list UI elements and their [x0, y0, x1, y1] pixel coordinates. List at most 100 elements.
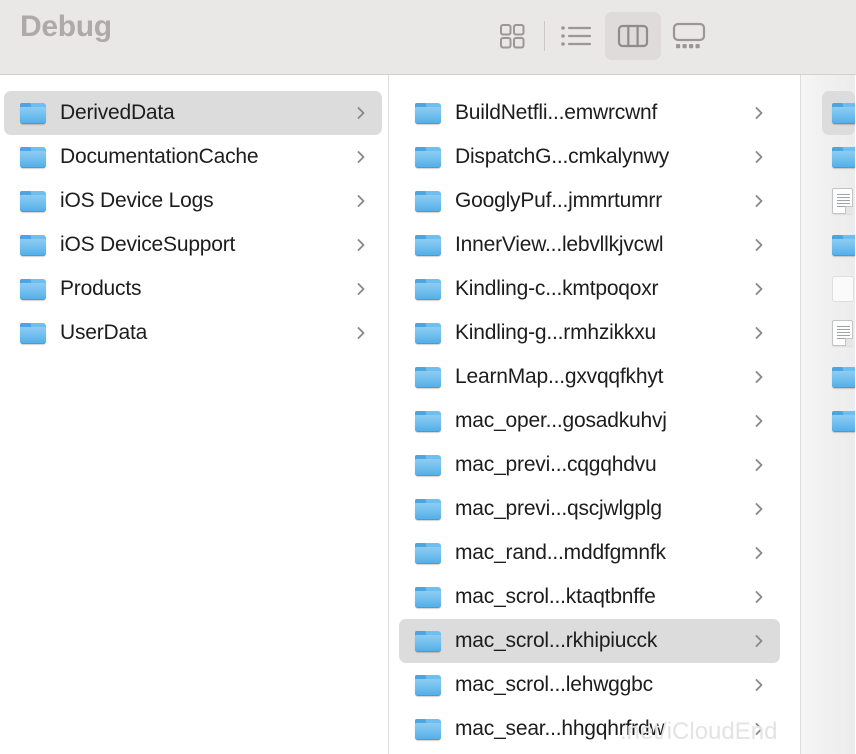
column-view-button[interactable]	[605, 12, 661, 60]
chevron-right-icon	[752, 150, 766, 164]
folder-icon	[415, 102, 441, 124]
list-item[interactable]: LearnMap...gxvqqfkhyt	[399, 355, 780, 399]
list-item-label: GooglyPuf...jmmrtumrr	[455, 189, 662, 212]
folder-icon	[415, 410, 441, 432]
folder-icon	[20, 322, 46, 344]
list-item[interactable]	[822, 179, 855, 223]
list-item[interactable]: InnerView...lebvllkjvcwl	[399, 223, 780, 267]
list-item-label: Kindling-c...kmtpoqoxr	[455, 277, 659, 300]
chevron-right-icon	[752, 458, 766, 472]
folder-icon	[20, 234, 46, 256]
icon-view-button[interactable]	[484, 12, 540, 60]
finder-column-2[interactable]: BuildNetfli...emwrcwnf DispatchG...cmkal…	[389, 75, 801, 754]
list-item[interactable]: GooglyPuf...jmmrtumrr	[399, 179, 780, 223]
chevron-right-icon	[354, 238, 368, 252]
list-item[interactable]	[822, 267, 855, 311]
folder-icon	[415, 498, 441, 520]
list-item[interactable]: mac_sear...hhgqhrfrdw	[399, 707, 780, 751]
blank-file-icon	[832, 276, 854, 302]
gallery-icon	[669, 19, 709, 53]
finder-column-3[interactable]	[801, 75, 855, 754]
chevron-right-icon	[752, 282, 766, 296]
list-item[interactable]: mac_scrol...ktaqtbnffe	[399, 575, 780, 619]
list-item-label: iOS DeviceSupport	[60, 233, 236, 256]
list-item[interactable]: Kindling-g...rmhzikkxu	[399, 311, 780, 355]
list-item[interactable]	[822, 311, 855, 355]
gallery-view-button[interactable]	[661, 12, 717, 60]
chevron-right-icon	[354, 106, 368, 120]
folder-icon	[415, 586, 441, 608]
list-item[interactable]: mac_scrol...lehwggbc	[399, 663, 780, 707]
chevron-right-icon	[752, 502, 766, 516]
list-item[interactable]: mac_oper...gosadkuhvj	[399, 399, 780, 443]
folder-icon	[415, 718, 441, 740]
window-toolbar: Debug	[0, 0, 856, 75]
toolbar-divider	[544, 21, 545, 51]
folder-icon	[415, 454, 441, 476]
list-item[interactable]: BuildNetfli...emwrcwnf	[399, 91, 780, 135]
list-item[interactable]: Kindling-c...kmtpoqoxr	[399, 267, 780, 311]
list-item-label: DocumentationCache	[60, 145, 259, 168]
list-item[interactable]	[822, 399, 855, 443]
folder-icon	[415, 366, 441, 388]
list-item[interactable]: mac_rand...mddfgmnfk	[399, 531, 780, 575]
document-icon	[832, 188, 853, 214]
folder-icon	[20, 278, 46, 300]
list-item[interactable]: DispatchG...cmkalynwy	[399, 135, 780, 179]
list-item-label: mac_scrol...rkhipiucck	[455, 629, 658, 652]
list-item-label: BuildNetfli...emwrcwnf	[455, 101, 658, 124]
chevron-right-icon	[752, 194, 766, 208]
chevron-right-icon	[354, 150, 368, 164]
list-item[interactable]: Products	[4, 267, 382, 311]
folder-icon	[832, 366, 855, 388]
chevron-right-icon	[752, 722, 766, 736]
chevron-right-icon	[354, 326, 368, 340]
list-item-label: DispatchG...cmkalynwy	[455, 145, 670, 168]
list-item-label: mac_previ...qscjwlgplg	[455, 497, 662, 520]
folder-icon	[832, 234, 855, 256]
folder-icon	[415, 190, 441, 212]
list-item[interactable]	[822, 135, 855, 179]
list-item-label: Kindling-g...rmhzikkxu	[455, 321, 657, 344]
list-item-label: UserData	[60, 321, 148, 344]
list-item[interactable]: UserData	[4, 311, 382, 355]
list-item[interactable]	[822, 91, 855, 135]
list-item[interactable]: DocumentationCache	[4, 135, 382, 179]
folder-icon	[415, 542, 441, 564]
list-item-label: DerivedData	[60, 101, 175, 124]
folder-icon	[832, 146, 855, 168]
list-item-label: iOS Device Logs	[60, 189, 214, 212]
list-item[interactable]: iOS DeviceSupport	[4, 223, 382, 267]
list-item-label: Products	[60, 277, 142, 300]
folder-icon	[20, 102, 46, 124]
list-item-label: mac_oper...gosadkuhvj	[455, 409, 667, 432]
finder-column-1[interactable]: DerivedData DocumentationCache iOS Devic…	[0, 75, 389, 754]
list-item[interactable]: DerivedData	[4, 91, 382, 135]
chevron-right-icon	[752, 238, 766, 252]
folder-icon	[415, 234, 441, 256]
chevron-right-icon	[752, 370, 766, 384]
folder-icon	[415, 674, 441, 696]
list-item[interactable]	[822, 355, 855, 399]
view-mode-switcher	[484, 5, 717, 67]
list-item[interactable]: mac_scrol...rkhipiucck	[399, 619, 780, 663]
list-item[interactable]	[822, 223, 855, 267]
chevron-right-icon	[752, 546, 766, 560]
list-item[interactable]: mac_previ...qscjwlgplg	[399, 487, 780, 531]
list-item[interactable]: mac_previ...cqgqhdvu	[399, 443, 780, 487]
column-icon	[613, 19, 653, 53]
folder-icon	[415, 278, 441, 300]
list-item-label: mac_rand...mddfgmnfk	[455, 541, 666, 564]
list-item[interactable]: iOS Device Logs	[4, 179, 382, 223]
folder-icon	[415, 322, 441, 344]
list-view-button[interactable]	[549, 12, 605, 60]
document-icon	[832, 320, 853, 346]
folder-icon	[20, 190, 46, 212]
list-item-label: mac_scrol...lehwggbc	[455, 673, 653, 696]
chevron-right-icon	[354, 194, 368, 208]
list-item-label: LearnMap...gxvqqfkhyt	[455, 365, 664, 388]
chevron-right-icon	[752, 106, 766, 120]
column-browser: DerivedData DocumentationCache iOS Devic…	[0, 75, 856, 754]
chevron-right-icon	[752, 326, 766, 340]
folder-icon	[20, 146, 46, 168]
